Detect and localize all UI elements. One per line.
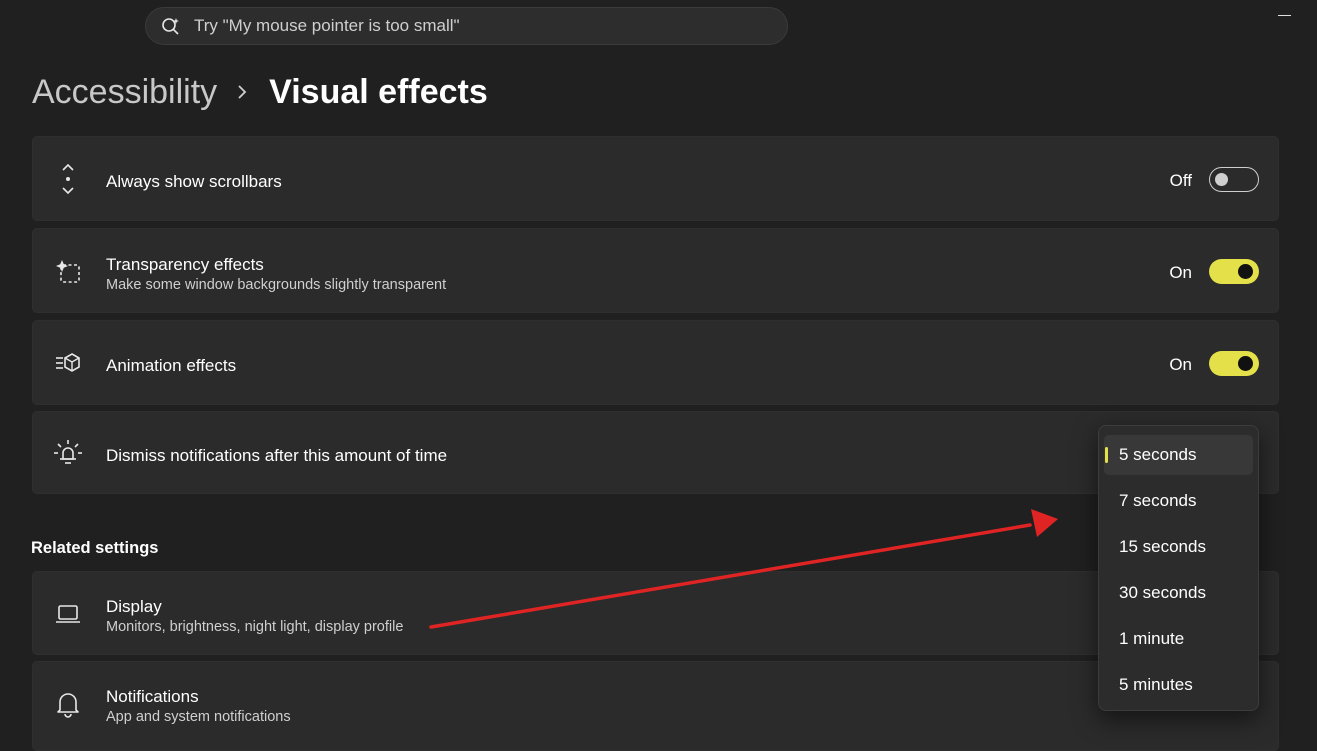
bell-icon [53, 689, 83, 719]
related-settings-heading: Related settings [31, 539, 159, 557]
toggle-state-label: Off [1169, 171, 1192, 190]
chevron-right-icon [237, 84, 247, 100]
setting-description: Make some window backgrounds slightly tr… [106, 277, 447, 293]
breadcrumb: Accessibility Visual effects [32, 68, 488, 116]
animation-icon [53, 348, 83, 378]
related-description: App and system notifications [106, 709, 291, 725]
transparency-icon [53, 257, 83, 287]
dropdown-option[interactable]: 30 seconds [1104, 573, 1253, 613]
setting-always-show-scrollbars: Always show scrollbars Off [32, 136, 1279, 221]
dropdown-option[interactable]: 1 minute [1104, 619, 1253, 659]
breadcrumb-parent[interactable]: Accessibility [32, 73, 217, 112]
selection-indicator [1105, 447, 1108, 463]
setting-title: Animation effects [106, 356, 237, 375]
setting-title: Always show scrollbars [106, 172, 282, 191]
related-description: Monitors, brightness, night light, displ… [106, 619, 404, 635]
related-title: Display [106, 597, 162, 616]
related-title: Notifications [106, 687, 199, 706]
page-title: Visual effects [269, 72, 488, 111]
scrollbar-icon [53, 163, 83, 195]
laptop-icon [53, 599, 83, 629]
transparency-toggle[interactable] [1209, 259, 1259, 284]
toggle-state-label: On [1169, 263, 1192, 282]
dropdown-option[interactable]: 7 seconds [1104, 481, 1253, 521]
toggle-state-label: On [1169, 355, 1192, 374]
setting-transparency-effects: Transparency effects Make some window ba… [32, 228, 1279, 313]
minimize-button[interactable] [1278, 15, 1291, 16]
animation-toggle[interactable] [1209, 351, 1259, 376]
dismiss-time-dropdown[interactable]: 5 seconds 7 seconds 15 seconds 30 second… [1098, 425, 1259, 711]
dropdown-option[interactable]: 5 seconds [1104, 435, 1253, 475]
dropdown-option[interactable]: 5 minutes [1104, 665, 1253, 705]
search-input[interactable]: Try "My mouse pointer is too small" [194, 16, 460, 36]
scrollbars-toggle[interactable] [1209, 167, 1259, 192]
setting-dismiss-notifications: Dismiss notifications after this amount … [32, 411, 1279, 494]
related-display[interactable]: Display Monitors, brightness, night ligh… [32, 571, 1279, 655]
setting-animation-effects: Animation effects On [32, 320, 1279, 405]
notification-timer-icon [53, 438, 83, 468]
dropdown-option[interactable]: 15 seconds [1104, 527, 1253, 567]
setting-title: Dismiss notifications after this amount … [106, 446, 448, 465]
search-icon [160, 15, 182, 37]
setting-title: Transparency effects [106, 255, 264, 274]
related-notifications[interactable]: Notifications App and system notificatio… [32, 661, 1279, 751]
search-box[interactable]: Try "My mouse pointer is too small" [145, 7, 788, 45]
